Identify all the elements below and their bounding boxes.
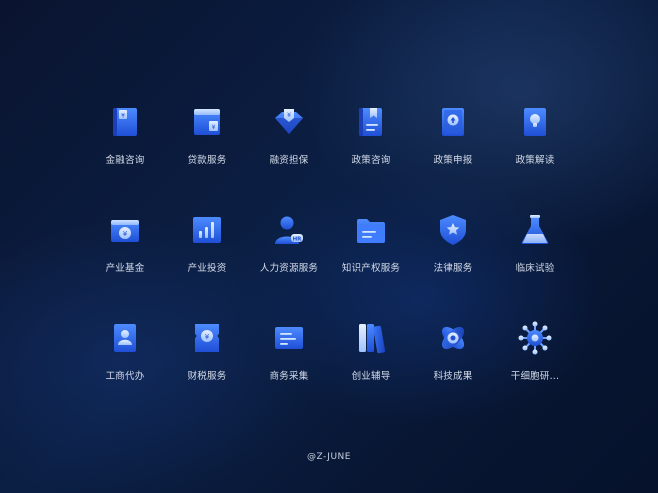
svg-text:¥: ¥ bbox=[205, 333, 210, 341]
grid-item-policy-consult[interactable]: 政策咨询 bbox=[330, 104, 412, 212]
startup-mentoring-icon bbox=[359, 324, 386, 354]
grid-item-label: 干细胞研... bbox=[510, 371, 560, 382]
grid-item-policy-interpret[interactable]: 政策解读 bbox=[494, 104, 576, 212]
grid-item-label: 融资担保 bbox=[269, 155, 309, 166]
policy-interpret-icon bbox=[524, 108, 546, 136]
hr-service-icon: HR bbox=[275, 216, 303, 244]
industry-fund-icon: ¥ bbox=[111, 220, 139, 242]
svg-text:¥: ¥ bbox=[287, 112, 291, 119]
svg-text:¥: ¥ bbox=[123, 230, 128, 238]
grid-item-tax-service[interactable]: ¥ 财税服务 bbox=[166, 320, 248, 420]
grid-item-hr-service[interactable]: HR 人力资源服务 bbox=[248, 212, 330, 320]
grid-item-startup-mentoring[interactable]: 创业辅导 bbox=[330, 320, 412, 420]
policy-declare-icon bbox=[442, 108, 464, 136]
grid-item-policy-declare[interactable]: 政策申报 bbox=[412, 104, 494, 212]
grid-item-finance-consult[interactable]: ¥ 金融咨询 bbox=[84, 104, 166, 212]
grid-item-label: 人力资源服务 bbox=[259, 263, 319, 274]
grid-item-label: 创业辅导 bbox=[351, 371, 391, 382]
grid-item-tech-achievement[interactable]: 科技成果 bbox=[412, 320, 494, 420]
grid-item-ip-service[interactable]: 知识产权服务 bbox=[330, 212, 412, 320]
ip-service-icon bbox=[357, 219, 385, 243]
grid-item-label: 产业基金 bbox=[105, 263, 145, 274]
grid-item-label: 政策咨询 bbox=[351, 155, 391, 166]
svg-text:¥: ¥ bbox=[121, 113, 125, 120]
loan-service-icon: ¥ bbox=[194, 109, 220, 135]
grid-item-label: 临床试验 bbox=[515, 263, 555, 274]
grid-item-label: 法律服务 bbox=[433, 263, 473, 274]
grid-item-loan-service[interactable]: ¥ 贷款服务 bbox=[166, 104, 248, 212]
business-agency-icon bbox=[114, 324, 136, 352]
icon-grid: ¥ 金融咨询 ¥ 贷款服务 ¥ 融资担保 政策咨询 政策申报 政策解读 ¥ 产业… bbox=[84, 104, 576, 420]
financing-guarantee-icon: ¥ bbox=[275, 109, 303, 134]
grid-item-label: 财税服务 bbox=[187, 371, 227, 382]
stem-cell-research-icon bbox=[518, 321, 552, 355]
grid-item-label: 科技成果 bbox=[433, 371, 473, 382]
business-collection-icon bbox=[275, 327, 303, 349]
grid-item-label: 产业投资 bbox=[187, 263, 227, 274]
grid-item-legal-service[interactable]: 法律服务 bbox=[412, 212, 494, 320]
tech-achievement-icon bbox=[441, 326, 465, 350]
grid-item-clinical-trial[interactable]: 临床试验 bbox=[494, 212, 576, 320]
author-credit: @Z-JUNE bbox=[307, 452, 351, 462]
grid-item-stem-cell-research[interactable]: 干细胞研... bbox=[494, 320, 576, 420]
svg-text:¥: ¥ bbox=[212, 124, 216, 131]
grid-item-label: 金融咨询 bbox=[105, 155, 145, 166]
grid-item-label: 政策申报 bbox=[433, 155, 473, 166]
grid-item-industry-fund[interactable]: ¥ 产业基金 bbox=[84, 212, 166, 320]
policy-consult-icon bbox=[359, 108, 382, 136]
grid-item-business-agency[interactable]: 工商代办 bbox=[84, 320, 166, 420]
grid-item-financing-guarantee[interactable]: ¥ 融资担保 bbox=[248, 104, 330, 212]
grid-item-label: 商务采集 bbox=[269, 371, 309, 382]
grid-item-label: 政策解读 bbox=[515, 155, 555, 166]
grid-item-industry-investment[interactable]: 产业投资 bbox=[166, 212, 248, 320]
finance-consult-icon: ¥ bbox=[113, 108, 137, 136]
grid-item-label: 贷款服务 bbox=[187, 155, 227, 166]
industry-investment-icon bbox=[193, 217, 221, 243]
tax-service-icon: ¥ bbox=[195, 324, 219, 352]
legal-service-icon bbox=[440, 215, 466, 245]
clinical-trial-icon bbox=[521, 215, 549, 244]
grid-item-label: 知识产权服务 bbox=[341, 263, 401, 274]
grid-item-label: 工商代办 bbox=[105, 371, 145, 382]
svg-text:HR: HR bbox=[293, 237, 303, 243]
grid-item-business-collection[interactable]: 商务采集 bbox=[248, 320, 330, 420]
